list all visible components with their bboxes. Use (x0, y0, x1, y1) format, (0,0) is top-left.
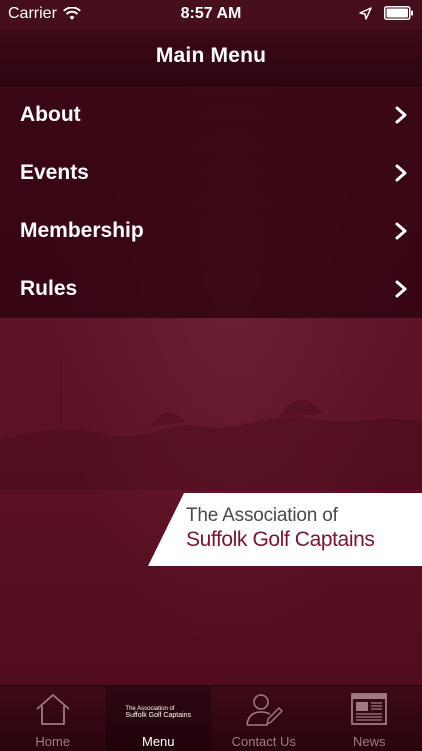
menu-item-label: About (20, 103, 81, 127)
logo-icon: The Association of Suffolk Golf Captains (125, 706, 191, 719)
menu-item-label: Membership (20, 219, 144, 243)
tab-menu[interactable]: The Association of Suffolk Golf Captains… (106, 686, 212, 751)
page-title: Main Menu (0, 30, 422, 82)
background-golf-scene (0, 330, 422, 490)
tab-label: Home (0, 734, 106, 749)
news-icon (350, 692, 388, 726)
contact-icon (244, 692, 284, 728)
logo-text-line2: Suffolk Golf Captains (186, 528, 375, 552)
tab-contact-us[interactable]: Contact Us (211, 686, 317, 751)
menu-item-rules[interactable]: Rules (0, 260, 422, 318)
mini-logo-line2: Suffolk Golf Captains (125, 712, 191, 719)
tab-news[interactable]: News (317, 686, 422, 751)
chevron-right-icon (394, 106, 408, 124)
location-arrow-icon (359, 7, 372, 20)
tab-label: News (317, 734, 422, 749)
tab-bar: Home The Association of Suffolk Golf Cap… (0, 685, 422, 751)
menu-item-about[interactable]: About (0, 86, 422, 144)
app-screen: Carrier 8:57 AM Main Menu About (0, 0, 422, 750)
logo-text-line1: The Association of (186, 505, 338, 527)
menu-item-events[interactable]: Events (0, 144, 422, 202)
chevron-right-icon (394, 164, 408, 182)
menu-item-label: Rules (20, 277, 77, 301)
menu-item-label: Events (20, 161, 89, 185)
navigation-bar: Main Menu (0, 30, 422, 86)
chevron-right-icon (394, 222, 408, 240)
tab-label: Menu (106, 734, 212, 749)
home-icon (34, 692, 72, 726)
battery-icon (384, 6, 414, 20)
status-bar: Carrier 8:57 AM (0, 0, 422, 30)
tab-label: Contact Us (211, 734, 317, 749)
main-menu-list: About Events Membership Rules (0, 86, 422, 318)
menu-item-membership[interactable]: Membership (0, 202, 422, 260)
tab-home[interactable]: Home (0, 686, 106, 751)
status-right (359, 6, 414, 20)
chevron-right-icon (394, 280, 408, 298)
